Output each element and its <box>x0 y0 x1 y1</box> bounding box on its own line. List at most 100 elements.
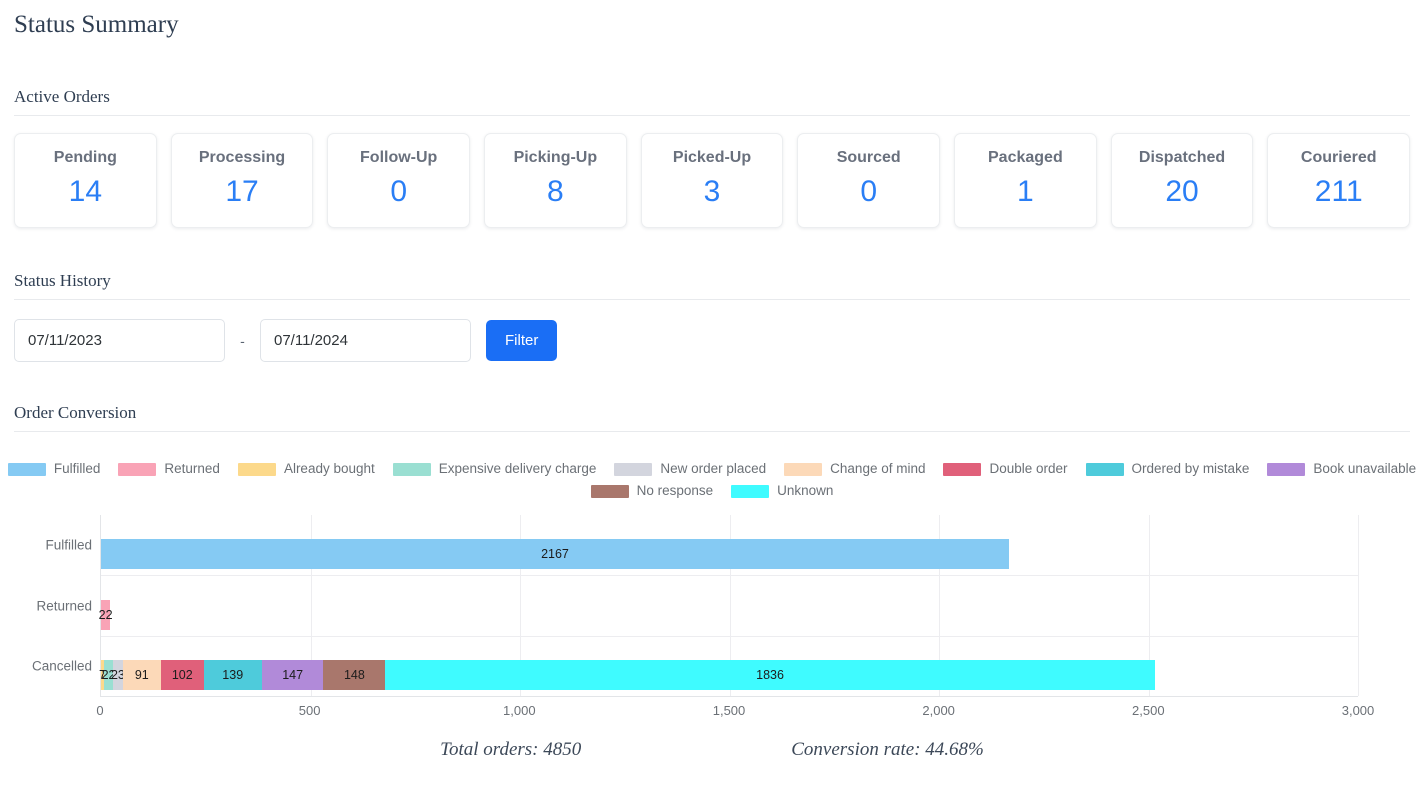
legend-label: Double order <box>989 458 1067 480</box>
active-orders-cards: Pending14 Processing 17 Follow-Up 0 Picking-U… <box>14 133 1410 228</box>
chart-bar-segment[interactable]: 91 <box>123 660 161 690</box>
legend-label: Already bought <box>284 458 375 480</box>
chart-bar-segment[interactable]: 147 <box>262 660 324 690</box>
chart-bar-segment[interactable]: 1836 <box>385 660 1154 690</box>
legend-swatch-icon <box>731 485 769 498</box>
legend-swatch-icon <box>943 463 981 476</box>
legend-item[interactable]: Already bought <box>238 458 375 480</box>
chart-row-divider <box>101 575 1358 576</box>
legend-item[interactable]: Unknown <box>731 480 833 502</box>
legend-label: No response <box>637 480 714 502</box>
legend-label: Change of mind <box>830 458 925 480</box>
filter-button[interactable]: Filter <box>486 320 557 361</box>
status-card[interactable]: Couriered 211 <box>1267 133 1410 228</box>
x-axis-tick-label: 1,500 <box>713 703 746 718</box>
x-axis-tick-label: 3,000 <box>1342 703 1375 718</box>
status-card[interactable]: Processing 17 <box>171 133 314 228</box>
legend-item[interactable]: Double order <box>943 458 1067 480</box>
status-card-value: 20 <box>1118 173 1247 211</box>
date-range-separator: - <box>225 333 260 349</box>
status-card-value: 17 <box>178 173 307 211</box>
chart-legend: Fulfilled Returned Already bought Expensive… <box>14 444 1410 506</box>
legend-swatch-icon <box>784 463 822 476</box>
chart-bar-segment[interactable]: 102 <box>161 660 204 690</box>
chart-bar: 22 <box>101 600 110 630</box>
legend-label: Unknown <box>777 480 833 502</box>
chart-bar-segment-value: 139 <box>222 668 243 682</box>
chart-bar-segment[interactable]: 22 <box>101 600 110 630</box>
legend-label: Expensive delivery charge <box>439 458 597 480</box>
legend-swatch-icon <box>118 463 156 476</box>
chart-bar-segment-value: 91 <box>135 668 149 682</box>
order-conversion-chart: Fulfilled Returned Already bought Expensive… <box>14 444 1410 697</box>
chart-bar-segment[interactable]: 139 <box>204 660 262 690</box>
legend-swatch-icon <box>393 463 431 476</box>
legend-swatch-icon <box>591 485 629 498</box>
active-orders-heading: Active Orders <box>14 86 1410 108</box>
legend-item[interactable]: No response <box>591 480 714 502</box>
legend-item[interactable]: New order placed <box>614 458 766 480</box>
status-card-value: 0 <box>334 173 463 211</box>
legend-label: Ordered by mistake <box>1132 458 1250 480</box>
status-card-value: 8 <box>491 173 620 211</box>
conversion-rate-text: Conversion rate: 44.68% <box>791 739 984 761</box>
legend-swatch-icon <box>1086 463 1124 476</box>
status-card-label: Couriered <box>1274 148 1403 168</box>
legend-item[interactable]: Fulfilled <box>8 458 101 480</box>
legend-item[interactable]: Ordered by mistake <box>1086 458 1250 480</box>
legend-swatch-icon <box>238 463 276 476</box>
status-card[interactable]: Packaged1 <box>954 133 1097 228</box>
status-card-value: 3 <box>648 173 777 211</box>
y-axis-category-label: Cancelled <box>32 658 92 673</box>
legend-label: Returned <box>164 458 220 480</box>
total-orders-text: Total orders: 4850 <box>440 739 581 761</box>
active-orders-section: Active Orders Pending14 Processing 17 Follo… <box>14 86 1410 228</box>
status-history-section: Status History - Filter <box>14 270 1410 362</box>
status-card[interactable]: Pending14 <box>14 133 157 228</box>
date-to-input[interactable] <box>260 319 471 362</box>
legend-label: Fulfilled <box>54 458 101 480</box>
page-title: Status Summary <box>14 8 1410 42</box>
legend-item[interactable]: Book unavailable <box>1267 458 1416 480</box>
chart-bar: 2167 <box>101 539 1009 569</box>
order-conversion-heading: Order Conversion <box>14 402 1410 424</box>
status-card[interactable]: Dispatched 20 <box>1111 133 1254 228</box>
x-axis-tick-label: 1,000 <box>503 703 536 718</box>
status-card-label: Dispatched <box>1118 148 1247 168</box>
status-card[interactable]: Follow-Up 0 <box>327 133 470 228</box>
status-card-label: Processing <box>178 148 307 168</box>
status-card-value: 1 <box>961 173 1090 211</box>
x-axis-tick-label: 2,500 <box>1132 703 1165 718</box>
chart-legend-row-1: Fulfilled Returned Already bought Expensive… <box>14 458 1410 480</box>
status-card-value: 14 <box>21 173 150 211</box>
chart-bar-segment-value: 1836 <box>756 668 784 682</box>
date-filter-row: - Filter <box>14 319 1410 362</box>
status-card[interactable]: Picking-Up 8 <box>484 133 627 228</box>
status-history-divider <box>14 299 1410 300</box>
order-conversion-divider <box>14 431 1410 432</box>
status-card[interactable]: Sourced0 <box>797 133 940 228</box>
chart-gridline <box>1358 515 1359 696</box>
chart-bar-segment[interactable]: 148 <box>323 660 385 690</box>
legend-item[interactable]: Returned <box>118 458 220 480</box>
chart-x-axis: 05001,0001,5002,0002,5003,000 <box>100 697 1358 721</box>
chart-bar-segment[interactable]: 2167 <box>101 539 1009 569</box>
status-card-label: Follow-Up <box>334 148 463 168</box>
y-axis-category-label: Fulfilled <box>45 538 92 553</box>
legend-swatch-icon <box>1267 463 1305 476</box>
legend-label: Book unavailable <box>1313 458 1416 480</box>
status-card[interactable]: Picked-Up 3 <box>641 133 784 228</box>
chart-bar-segment-value: 22 <box>99 608 113 622</box>
status-summary-page: Status Summary Active Orders Pending14Pr… <box>0 8 1424 761</box>
chart-totals: Total orders: 4850 Conversion rate: 44.6… <box>14 739 1410 761</box>
date-from-input[interactable] <box>14 319 225 362</box>
chart-bar: 72223911021391471481836 <box>101 660 1155 690</box>
status-card-label: Picking-Up <box>491 148 620 168</box>
status-card-label: Picked-Up <box>648 148 777 168</box>
legend-item[interactable]: Change of mind <box>784 458 925 480</box>
legend-swatch-icon <box>8 463 46 476</box>
legend-item[interactable]: Expensive delivery charge <box>393 458 597 480</box>
status-card-value: 211 <box>1274 173 1403 211</box>
legend-label: New order placed <box>660 458 766 480</box>
chart-bar-segment[interactable]: 23 <box>113 660 123 690</box>
